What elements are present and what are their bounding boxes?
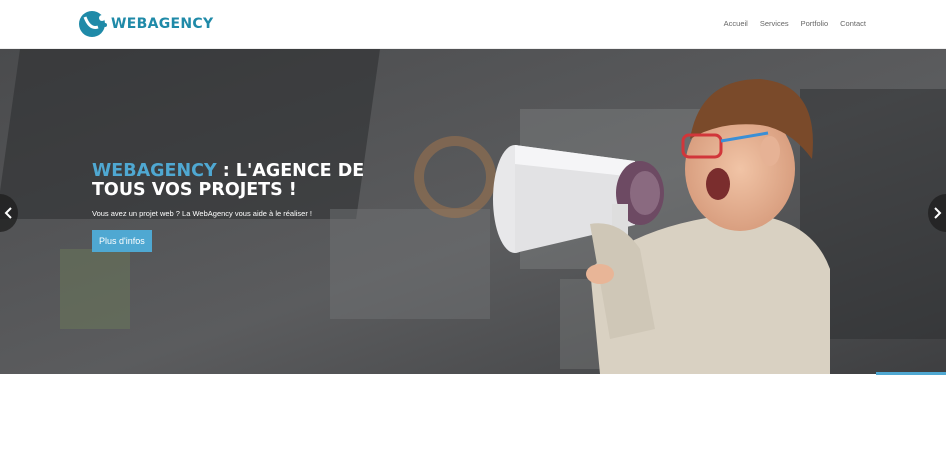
chevron-left-icon [4, 207, 12, 219]
hero-title-accent: WEBAGENCY [92, 161, 217, 181]
nav-item-services[interactable]: Services [760, 19, 789, 28]
nav-item-accueil[interactable]: Accueil [724, 19, 748, 28]
chevron-right-icon [934, 207, 942, 219]
nav-item-contact[interactable]: Contact [840, 19, 866, 28]
logo-icon [79, 11, 107, 37]
hero-subtitle: Vous avez un projet web ? La WebAgency v… [92, 209, 312, 218]
logo[interactable]: WEBAGENCY [78, 9, 213, 39]
hero-title: WEBAGENCY : L'AGENCE DE TOUS VOS PROJETS… [92, 162, 422, 200]
hero-slider: WEBAGENCY : L'AGENCE DE TOUS VOS PROJETS… [0, 49, 946, 374]
slide-progress-bar [876, 372, 946, 375]
nav-item-portfolio[interactable]: Portfolio [801, 19, 829, 28]
main-nav: Accueil Services Portfolio Contact [724, 19, 866, 28]
more-info-button[interactable]: Plus d'infos [92, 230, 152, 252]
hero-caption: WEBAGENCY : L'AGENCE DE TOUS VOS PROJETS… [92, 162, 422, 252]
logo-text: WEBAGENCY [111, 16, 214, 32]
site-header: WEBAGENCY Accueil Services Portfolio Con… [0, 0, 946, 49]
